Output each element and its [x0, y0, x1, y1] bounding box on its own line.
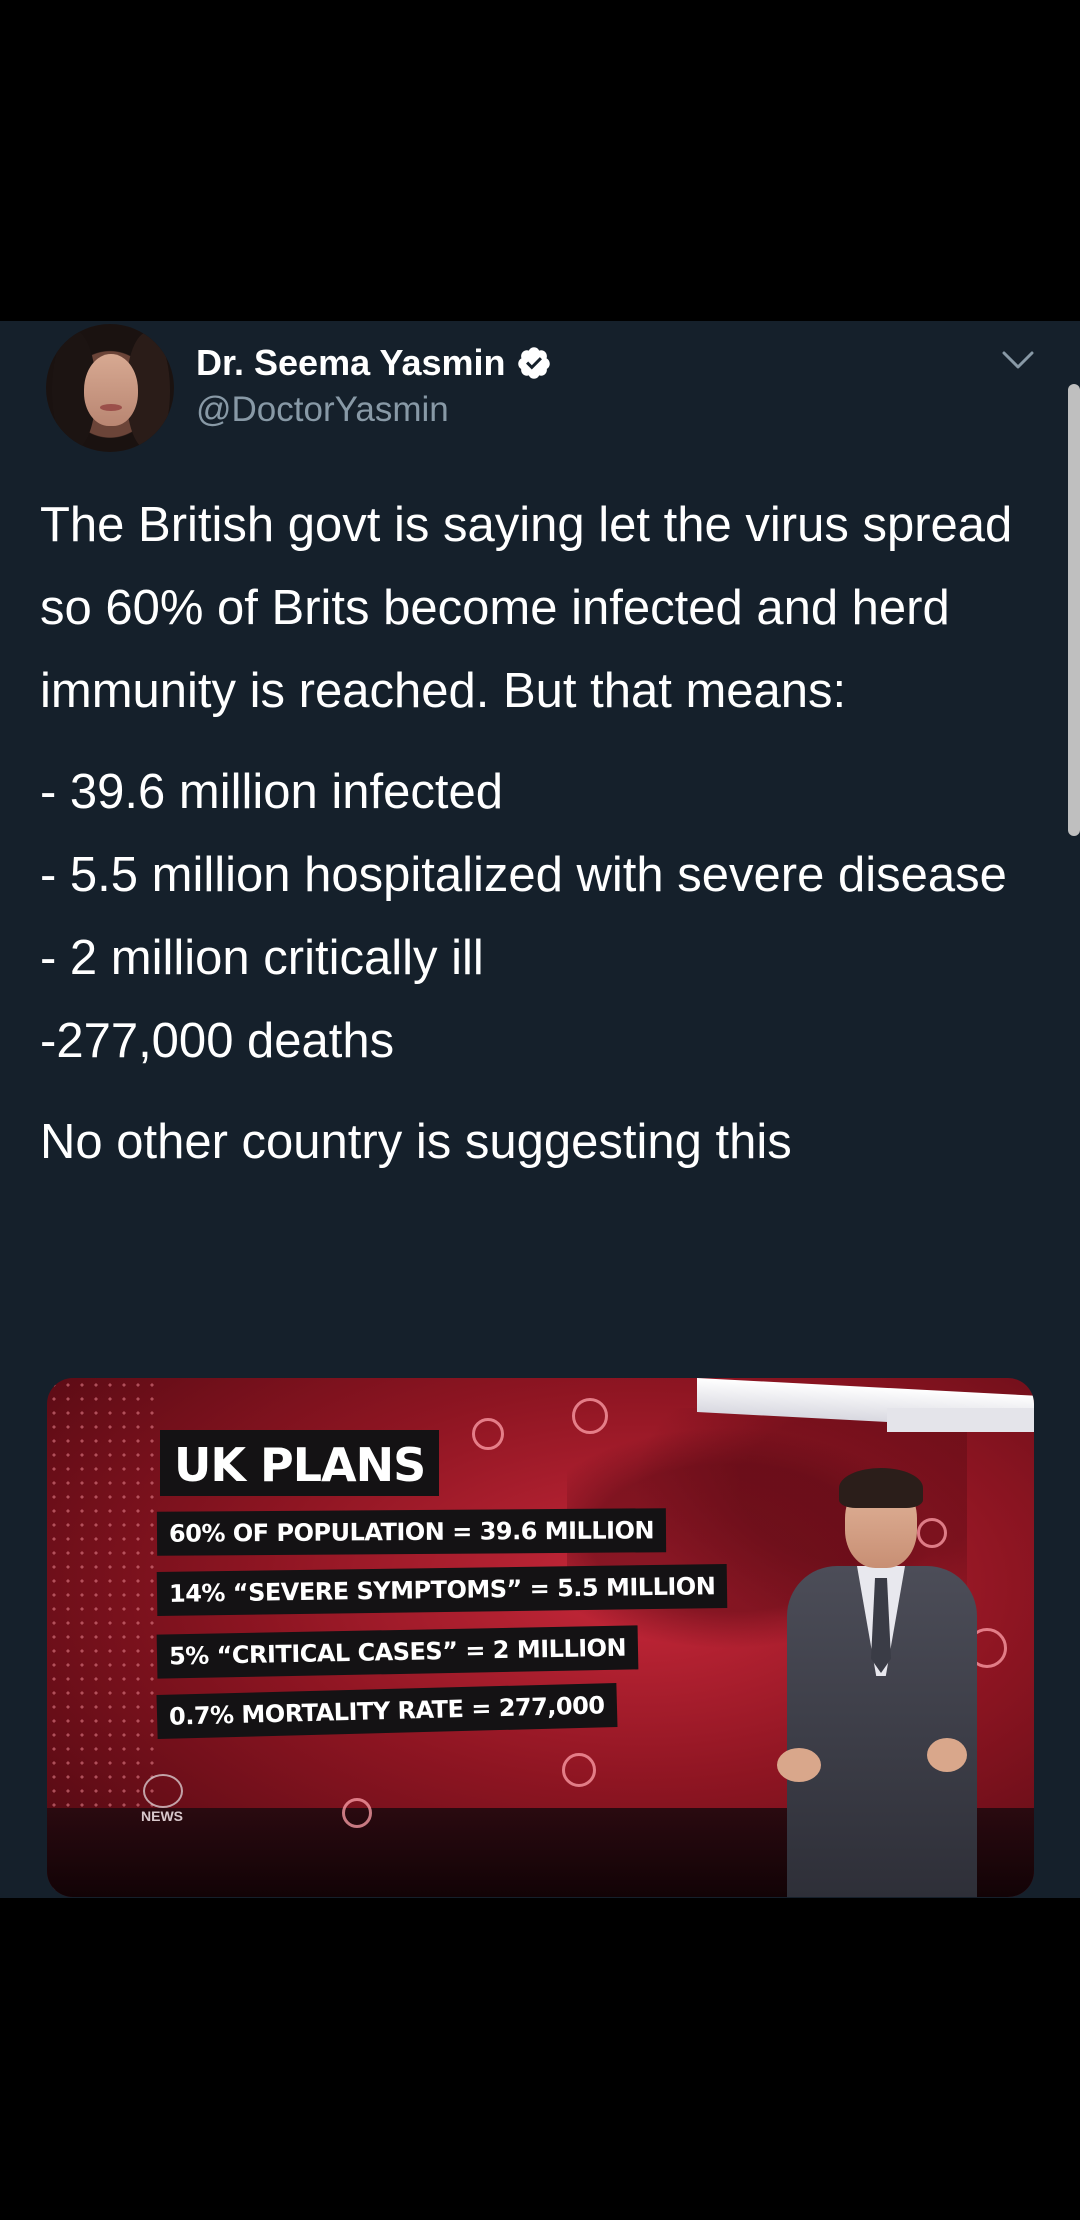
author-handle[interactable]: @DoctorYasmin: [196, 390, 449, 430]
tweet-text: The British govt is saying let the virus…: [40, 484, 1050, 1184]
author-name[interactable]: Dr. Seema Yasmin: [196, 342, 506, 384]
tweet-media-image[interactable]: UK PLANS 60% OF POPULATION = 39.6 MILLIO…: [47, 1378, 1034, 1897]
tweet-line: - 39.6 million infected: [40, 765, 504, 819]
tweet-line: - 5.5 million hospitalized with severe d…: [40, 848, 1007, 902]
scrollbar[interactable]: [1068, 384, 1080, 836]
panel-row: 0.7% MORTALITY RATE = 277,000: [156, 1682, 618, 1740]
tweet-paragraph: No other country is suggesting this: [40, 1115, 792, 1169]
panel-row: 60% OF POPULATION = 39.6 MILLION: [156, 1508, 667, 1556]
virus-icon: [572, 1398, 608, 1434]
virgin-logo-icon: [143, 1774, 183, 1808]
tweet-line: -277,000 deaths: [40, 1014, 395, 1068]
virus-icon: [342, 1798, 372, 1828]
panel-row: 14% “SEVERE SYMPTOMS” = 5.5 MILLION: [156, 1564, 728, 1616]
panel-row: 5% “CRITICAL CASES” = 2 MILLION: [156, 1625, 639, 1679]
chevron-down-icon[interactable]: [998, 345, 1038, 375]
author-row[interactable]: Dr. Seema Yasmin: [196, 342, 552, 384]
virus-icon: [472, 1418, 504, 1450]
tweet-paragraph: The British govt is saying let the virus…: [40, 498, 1013, 718]
virus-icon: [562, 1753, 596, 1787]
news-logo: NEWS: [141, 1808, 183, 1824]
verified-badge-icon: [517, 347, 550, 379]
avatar[interactable]: [46, 324, 174, 452]
tweet-line: - 2 million critically ill: [40, 931, 484, 985]
presenter: [777, 1468, 997, 1897]
studio-stripe: [887, 1408, 1034, 1432]
panel-title: UK PLANS: [160, 1430, 440, 1496]
